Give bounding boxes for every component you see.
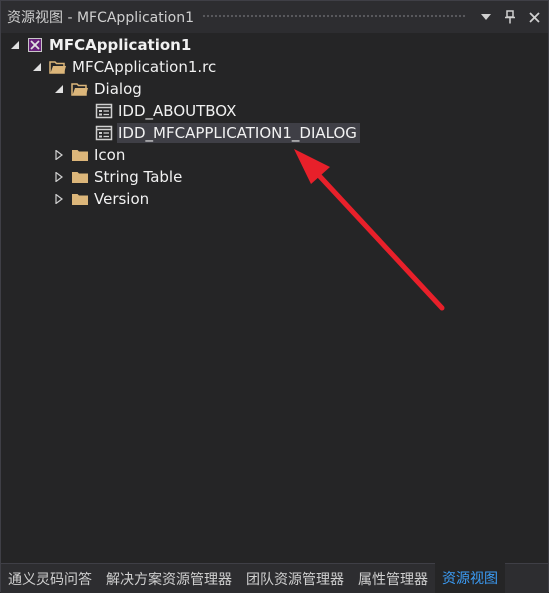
folder-icon (71, 168, 89, 186)
tree-node-label: MFCApplication1 (49, 36, 192, 54)
window-title: 资源视图 - MFCApplication1 (7, 10, 194, 26)
title-drag-grip[interactable] (202, 14, 466, 20)
title-bar: 资源视图 - MFCApplication1 (1, 1, 548, 33)
dropdown-triangle-icon (481, 14, 491, 20)
bottom-tab-bar: 通义灵码问答 解决方案资源管理器 团队资源管理器 属性管理器 资源视图 (1, 563, 548, 593)
expand-arrow-icon[interactable] (31, 61, 43, 73)
tree-node-label: Icon (94, 146, 126, 164)
tree-node-dialog-resource-selected[interactable]: IDD_MFCAPPLICATION1_DIALOG (95, 122, 360, 144)
close-icon (528, 11, 540, 23)
expand-arrow-icon[interactable] (9, 39, 21, 51)
tab-tongyi-lingma[interactable]: 通义灵码问答 (1, 564, 99, 593)
tab-property-manager[interactable]: 属性管理器 (351, 564, 435, 593)
collapsed-arrow-icon[interactable] (53, 171, 65, 183)
tree-node-dialog-resource[interactable]: IDD_ABOUTBOX (95, 100, 239, 122)
resource-view-window: 资源视图 - MFCApplication1 MFCApplication1 M… (0, 0, 549, 593)
folder-icon (71, 146, 89, 164)
collapsed-arrow-icon[interactable] (53, 193, 65, 205)
tree-node-project[interactable]: MFCApplication1 (9, 34, 194, 56)
tree-node-label: Dialog (94, 80, 142, 98)
tree-node-string-table-folder[interactable]: String Table (53, 166, 185, 188)
dialog-resource-icon (95, 102, 113, 120)
tree-node-rc-file[interactable]: MFCApplication1.rc (31, 56, 219, 78)
project-icon (26, 36, 44, 54)
pin-icon (505, 10, 515, 24)
tree-node-dialog-folder[interactable]: Dialog (53, 78, 145, 100)
expand-arrow-icon[interactable] (53, 83, 65, 95)
window-options-button[interactable] (476, 6, 496, 28)
folder-open-icon (71, 80, 89, 98)
tree-node-label: String Table (94, 168, 183, 186)
tree-node-icon-folder[interactable]: Icon (53, 144, 128, 166)
tab-resource-view[interactable]: 资源视图 (435, 563, 505, 593)
pin-button[interactable] (500, 6, 520, 28)
tab-team-explorer[interactable]: 团队资源管理器 (239, 564, 351, 593)
dialog-resource-icon (95, 124, 113, 142)
collapsed-arrow-icon[interactable] (53, 149, 65, 161)
folder-icon (71, 190, 89, 208)
tree-node-label: IDD_ABOUTBOX (118, 102, 237, 120)
tree-node-label: IDD_MFCAPPLICATION1_DIALOG (117, 123, 360, 143)
tree-node-label: Version (94, 190, 150, 208)
resource-tree: MFCApplication1 MFCApplication1.rc Dialo… (1, 33, 548, 561)
tab-solution-explorer[interactable]: 解决方案资源管理器 (99, 564, 239, 593)
close-button[interactable] (524, 6, 544, 28)
tree-node-version-folder[interactable]: Version (53, 188, 152, 210)
folder-open-icon (49, 58, 67, 76)
tree-node-label: MFCApplication1.rc (72, 58, 217, 76)
